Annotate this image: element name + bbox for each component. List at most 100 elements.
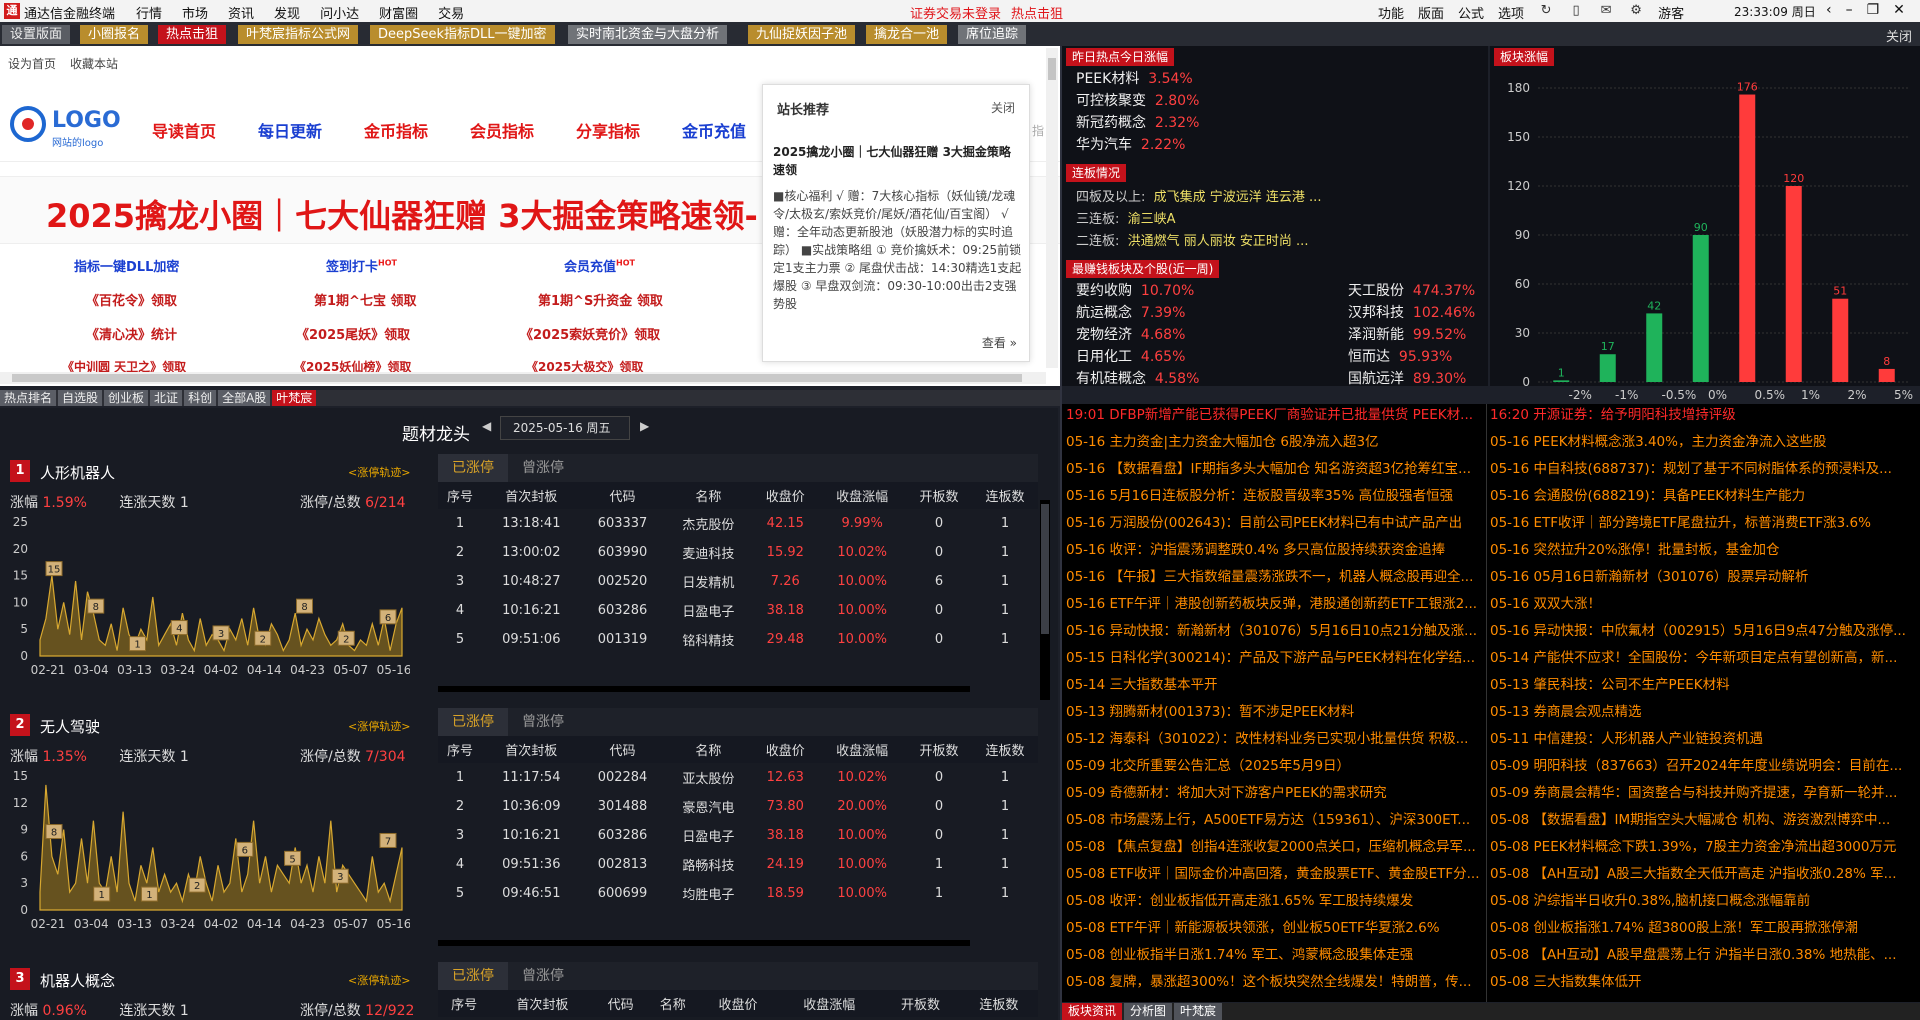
promo-link[interactable]: 《清心决》统计: [86, 324, 177, 343]
theme-name[interactable]: 机器人概念: [40, 970, 115, 991]
promo-link[interactable]: 《2025尾妖》领取: [296, 324, 410, 343]
column-header[interactable]: 代码: [580, 482, 665, 509]
news-item[interactable]: 05-16 万润股份(002643)：目前公司PEEK材料已有中试产品产出: [1066, 512, 1486, 534]
news-item[interactable]: 05-12 海泰科（301022）：改性材料业务已实现小批量供货 积极...: [1066, 728, 1486, 750]
limit-track-link[interactable]: <涨停轨迹>: [348, 972, 410, 988]
board-row[interactable]: 二连板: 洪通燃气 丽人丽妆 安正时尚 ...: [1076, 230, 1308, 249]
tab-ever-limit[interactable]: 曾涨停: [508, 708, 578, 736]
profit-stock-row[interactable]: 天工股份 474.37%: [1348, 280, 1475, 300]
tab-formula-site[interactable]: 叶梵宸指标公式网: [238, 25, 359, 44]
column-header[interactable]: 序号: [438, 990, 491, 1017]
set-home-link[interactable]: 设为首页: [8, 55, 56, 72]
table-row[interactable]: 5 09:46:51 600699 均胜电子 18.59 10.00% 1 1: [438, 879, 1038, 908]
column-header[interactable]: 连板数: [972, 482, 1038, 509]
histogram-bar[interactable]: [1553, 380, 1570, 382]
histogram-bar[interactable]: [1832, 298, 1849, 382]
tab-circle-signup[interactable]: 小圈报名: [80, 25, 149, 44]
prev-date-icon[interactable]: ◀: [482, 419, 491, 433]
news-item[interactable]: 05-16 05月16日新瀚新材（301076）股票异动解析: [1490, 566, 1910, 588]
message-icon[interactable]: ✉: [1598, 3, 1614, 22]
table-row[interactable]: 3 10:16:21 603286 日盈电子 38.18 10.00% 0 1: [438, 821, 1038, 850]
table-row[interactable]: 3 10:48:27 002520 日发精机 7.26 10.00% 6 1: [438, 567, 1038, 596]
news-item[interactable]: 05-08 【数据看盘】IM期指空头大幅减仓 机构、游资激烈博弈中...: [1490, 809, 1910, 831]
formula-menu[interactable]: 公式: [1458, 3, 1484, 22]
nav-share-indicators[interactable]: 分享指标: [576, 118, 640, 142]
news-item[interactable]: 05-15 日科化学(300214)：产品及下游产品与PEEK材料在化学结...: [1066, 647, 1486, 669]
column-header[interactable]: 收盘价: [698, 990, 778, 1017]
nav-more[interactable]: 指: [1032, 122, 1044, 139]
promo-link[interactable]: 指标一键DLL加密: [74, 256, 179, 275]
news-item[interactable]: 05-09 明阳科技（837663）召开2024年年度业绩说明会：目前在...: [1490, 755, 1910, 777]
nav-daily[interactable]: 每日更新: [258, 118, 322, 142]
news-item[interactable]: 05-08 三大指数集体低开: [1490, 971, 1910, 993]
histogram-bar[interactable]: [1599, 354, 1616, 382]
promo-link[interactable]: 第1期^七宝 领取: [314, 290, 416, 309]
hot-sector-row[interactable]: 新冠药概念 2.32%: [1076, 112, 1199, 132]
next-date-icon[interactable]: ▶: [640, 419, 649, 433]
news-item[interactable]: 05-09 北交所重要公告汇总（2025年5月9日）: [1066, 755, 1486, 777]
menu-item[interactable]: 问小达: [320, 3, 359, 22]
board-row[interactable]: 四板及以上: 成飞集成 宁波远洋 连云港 ...: [1076, 186, 1321, 205]
options-menu[interactable]: 选项: [1498, 3, 1524, 22]
table-row[interactable]: 2 10:36:09 301488 豪恩汽电 73.80 20.00% 0 1: [438, 792, 1038, 821]
subtab-all-a[interactable]: 全部A股: [218, 390, 271, 406]
column-header[interactable]: 连板数: [959, 990, 1038, 1017]
tab-ever-limit[interactable]: 曾涨停: [508, 454, 578, 482]
news-item[interactable]: 05-13 翔腾新材(001373)：暂不涉足PEEK材料: [1066, 701, 1486, 723]
column-header[interactable]: 收盘涨幅: [818, 482, 907, 509]
tab-limit-up[interactable]: 已涨停: [438, 962, 508, 990]
subtab-hot-rank[interactable]: 热点排名: [0, 390, 57, 406]
tab-sector-news[interactable]: 板块资讯: [1062, 1003, 1123, 1020]
column-header[interactable]: 序号: [438, 736, 482, 763]
column-header[interactable]: 序号: [438, 482, 482, 509]
refresh-icon[interactable]: ↻: [1538, 3, 1554, 22]
promo-link[interactable]: 签到打卡HOT: [326, 256, 397, 275]
table-row[interactable]: 1 13:18:41 603337 杰克股份 42.15 9.99% 0 1: [438, 509, 1038, 538]
table-hscroll[interactable]: [438, 940, 970, 946]
tab-yefan[interactable]: 叶梵宸: [1174, 1003, 1223, 1020]
restore-icon[interactable]: ❐: [1867, 2, 1880, 18]
column-header[interactable]: 代码: [594, 990, 647, 1017]
phone-icon[interactable]: ▯: [1568, 3, 1584, 22]
promo-link[interactable]: 《2025索妖竞价》领取: [520, 324, 660, 343]
login-status[interactable]: 证券交易未登录: [910, 3, 1001, 22]
promo-link[interactable]: 《百花令》领取: [86, 290, 177, 309]
news-item[interactable]: 16:20 开源证券：给予明阳科技增持评级: [1490, 404, 1910, 426]
profit-stock-row[interactable]: 泽润新能 99.52%: [1348, 324, 1466, 344]
news-item[interactable]: 05-08 ETF午评｜新能源板块领涨，创业板50ETF华夏涨2.6%: [1066, 917, 1486, 939]
table-row[interactable]: 4 09:51:36 002813 路畅科技 24.19 10.00% 1 1: [438, 850, 1038, 879]
profit-sector-row[interactable]: 航运概念 7.39%: [1076, 302, 1185, 322]
news-item[interactable]: 05-08 PEEK材料概念下跌1.39%，7股主力资金净流出超3000万元: [1490, 836, 1910, 858]
tab-ever-limit[interactable]: 曾涨停: [508, 962, 578, 990]
tab-seat-tracking[interactable]: 席位追踪: [958, 25, 1027, 44]
column-header[interactable]: 名称: [664, 482, 753, 509]
news-item[interactable]: 05-16 ETF收评｜部分跨境ETF尾盘拉升，标普消费ETF涨3.6%: [1490, 512, 1910, 534]
profit-sector-row[interactable]: 宠物经济 4.68%: [1076, 324, 1185, 344]
table-vscroll[interactable]: [1040, 500, 1050, 700]
table-row[interactable]: 5 09:51:06 001319 铭科精技 29.48 10.00% 0 1: [438, 625, 1038, 654]
site-logo-icon[interactable]: [10, 106, 46, 142]
tab-limit-up[interactable]: 已涨停: [438, 454, 508, 482]
menu-item[interactable]: 发现: [274, 3, 300, 22]
column-header[interactable]: 名称: [646, 990, 699, 1017]
subtab-watchlist[interactable]: 自选股: [58, 390, 103, 406]
promo-link[interactable]: 第1期^S升资金 领取: [538, 290, 663, 309]
profit-stock-row[interactable]: 汉邦科技 102.46%: [1348, 302, 1475, 322]
settings-icon[interactable]: ⚙: [1628, 3, 1644, 22]
news-item[interactable]: 05-14 产能供不应求！全国股份：今年新项目定点有望创新高，新...: [1490, 647, 1910, 669]
subtab-gem[interactable]: 创业板: [104, 390, 149, 406]
menu-item[interactable]: 市场: [182, 3, 208, 22]
news-item[interactable]: 05-16 ETF午评｜港股创新药板块反弹，港股通创新药ETF工银涨2...: [1066, 593, 1486, 615]
column-header[interactable]: 开板数: [906, 736, 973, 763]
news-item[interactable]: 05-16 【午报】三大指数缩量震荡涨跌不一，机器人概念股再迎全...: [1066, 566, 1486, 588]
news-item[interactable]: 05-16 收评：沪指震荡调整跌0.4% 多只高位股持续获资金追捧: [1066, 539, 1486, 561]
subtab-star[interactable]: 科创: [184, 390, 217, 406]
date-picker[interactable]: 2025-05-16 周五: [500, 416, 630, 440]
site-logo-text[interactable]: LOGO: [52, 108, 121, 133]
profit-sector-row[interactable]: 日用化工 4.65%: [1076, 346, 1185, 366]
histogram-bar[interactable]: [1646, 313, 1663, 382]
histogram-bar[interactable]: [1692, 235, 1709, 382]
tab-hot-snipe[interactable]: 热点击狙: [158, 25, 227, 44]
news-item[interactable]: 05-16 【数据看盘】IF期指多头大幅加仓 知名游资超3亿抢筹红宝...: [1066, 458, 1486, 480]
column-header[interactable]: 收盘涨幅: [818, 736, 907, 763]
